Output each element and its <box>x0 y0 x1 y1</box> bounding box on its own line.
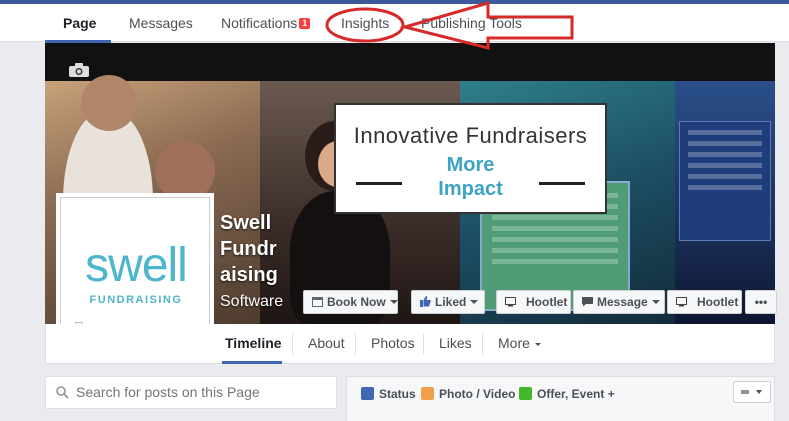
page-category[interactable]: Software <box>220 293 283 311</box>
hootlet-icon <box>505 297 516 307</box>
cover-person-head <box>81 75 137 131</box>
composer-offer-event[interactable]: Offer, Event + <box>519 387 615 401</box>
audience-icon <box>741 390 762 394</box>
page-name[interactable]: Swell Fundr aising <box>220 210 300 288</box>
tab-divider <box>355 333 356 355</box>
composer-status[interactable]: Status <box>361 387 416 401</box>
tab-messages[interactable]: Messages <box>129 4 193 42</box>
tab-timeline[interactable]: Timeline <box>225 324 282 364</box>
tab-notifications[interactable]: Notifications 1 <box>221 4 311 42</box>
page-post-search[interactable] <box>45 376 337 409</box>
book-now-label: Book Now <box>327 295 386 309</box>
page-name-line: Swell <box>220 212 272 234</box>
tab-photos[interactable]: Photos <box>371 324 415 364</box>
audience-selector[interactable] <box>733 381 771 403</box>
chevron-down-icon <box>651 300 660 304</box>
cover-dash-right <box>539 182 585 185</box>
tab-notifications-label: Notifications <box>221 15 298 31</box>
calendar-icon <box>312 297 323 307</box>
cover-subline-2: Impact <box>438 178 503 200</box>
hootlet-button[interactable]: Hootlet <box>496 290 571 314</box>
message-button[interactable]: Message <box>573 290 665 314</box>
hootlet-label: Hootlet <box>526 295 568 309</box>
logo-word: swell <box>85 239 188 292</box>
cover-subline: More Impact <box>336 153 605 201</box>
tab-more-label: More <box>498 335 530 351</box>
cover-headline: Innovative Fundraisers <box>353 123 588 148</box>
tab-insights[interactable]: Insights <box>341 4 389 42</box>
page-name-line: Fundr <box>220 238 277 260</box>
composer-photo-video-label: Photo / Video <box>439 387 516 401</box>
composer-offer-event-label: Offer, Event + <box>537 387 615 401</box>
pencil-icon <box>361 387 374 400</box>
cover-collage-panel <box>675 81 775 324</box>
tab-likes[interactable]: Likes <box>439 324 472 364</box>
camera-icon[interactable] <box>69 63 89 77</box>
page-top-nav: Page Messages Notifications 1 Insights Pu… <box>0 4 789 43</box>
tab-publishing-tools[interactable]: Publishing Tools <box>421 4 522 42</box>
hootlet-button-2[interactable]: Hootlet <box>667 290 742 314</box>
tab-about[interactable]: About <box>308 324 345 364</box>
logo-sub: FUNDRAISING <box>89 294 183 306</box>
liked-label: Liked <box>435 295 467 309</box>
chevron-down-icon <box>470 300 479 304</box>
notification-badge: 1 <box>299 18 311 29</box>
message-label: Message <box>597 295 648 309</box>
cover-dash-left <box>356 182 402 185</box>
tab-divider <box>482 333 483 355</box>
composer-status-label: Status <box>379 387 416 401</box>
tab-more[interactable]: More <box>498 324 541 364</box>
offer-icon <box>519 387 532 400</box>
search-icon <box>56 386 69 399</box>
book-now-button[interactable]: Book Now <box>303 290 398 314</box>
post-composer: Status Photo / Video Offer, Event + <box>346 376 775 421</box>
composer-photo-video[interactable]: Photo / Video <box>421 387 515 401</box>
page-name-line: aising <box>220 264 278 286</box>
message-icon <box>582 297 593 307</box>
chevron-down-icon <box>389 300 398 304</box>
cover-headline-box: Innovative Fundraisers More Impact <box>334 103 607 214</box>
liked-button[interactable]: Liked <box>411 290 485 314</box>
tab-page[interactable]: Page <box>63 4 96 42</box>
cover-screen-shape <box>679 121 771 241</box>
hootlet-icon <box>676 297 687 307</box>
cover-person-head <box>155 141 215 201</box>
cover-subline-1: More <box>446 154 495 176</box>
hootlet-label: Hootlet <box>697 295 739 309</box>
active-tab-indicator <box>222 361 282 364</box>
photo-icon <box>421 387 434 400</box>
search-input[interactable] <box>76 384 326 400</box>
more-options-button[interactable]: ••• <box>745 290 777 314</box>
thumbs-up-icon <box>420 296 431 307</box>
tab-divider <box>423 333 424 355</box>
tab-divider <box>292 333 293 355</box>
chevron-down-icon <box>534 343 541 346</box>
